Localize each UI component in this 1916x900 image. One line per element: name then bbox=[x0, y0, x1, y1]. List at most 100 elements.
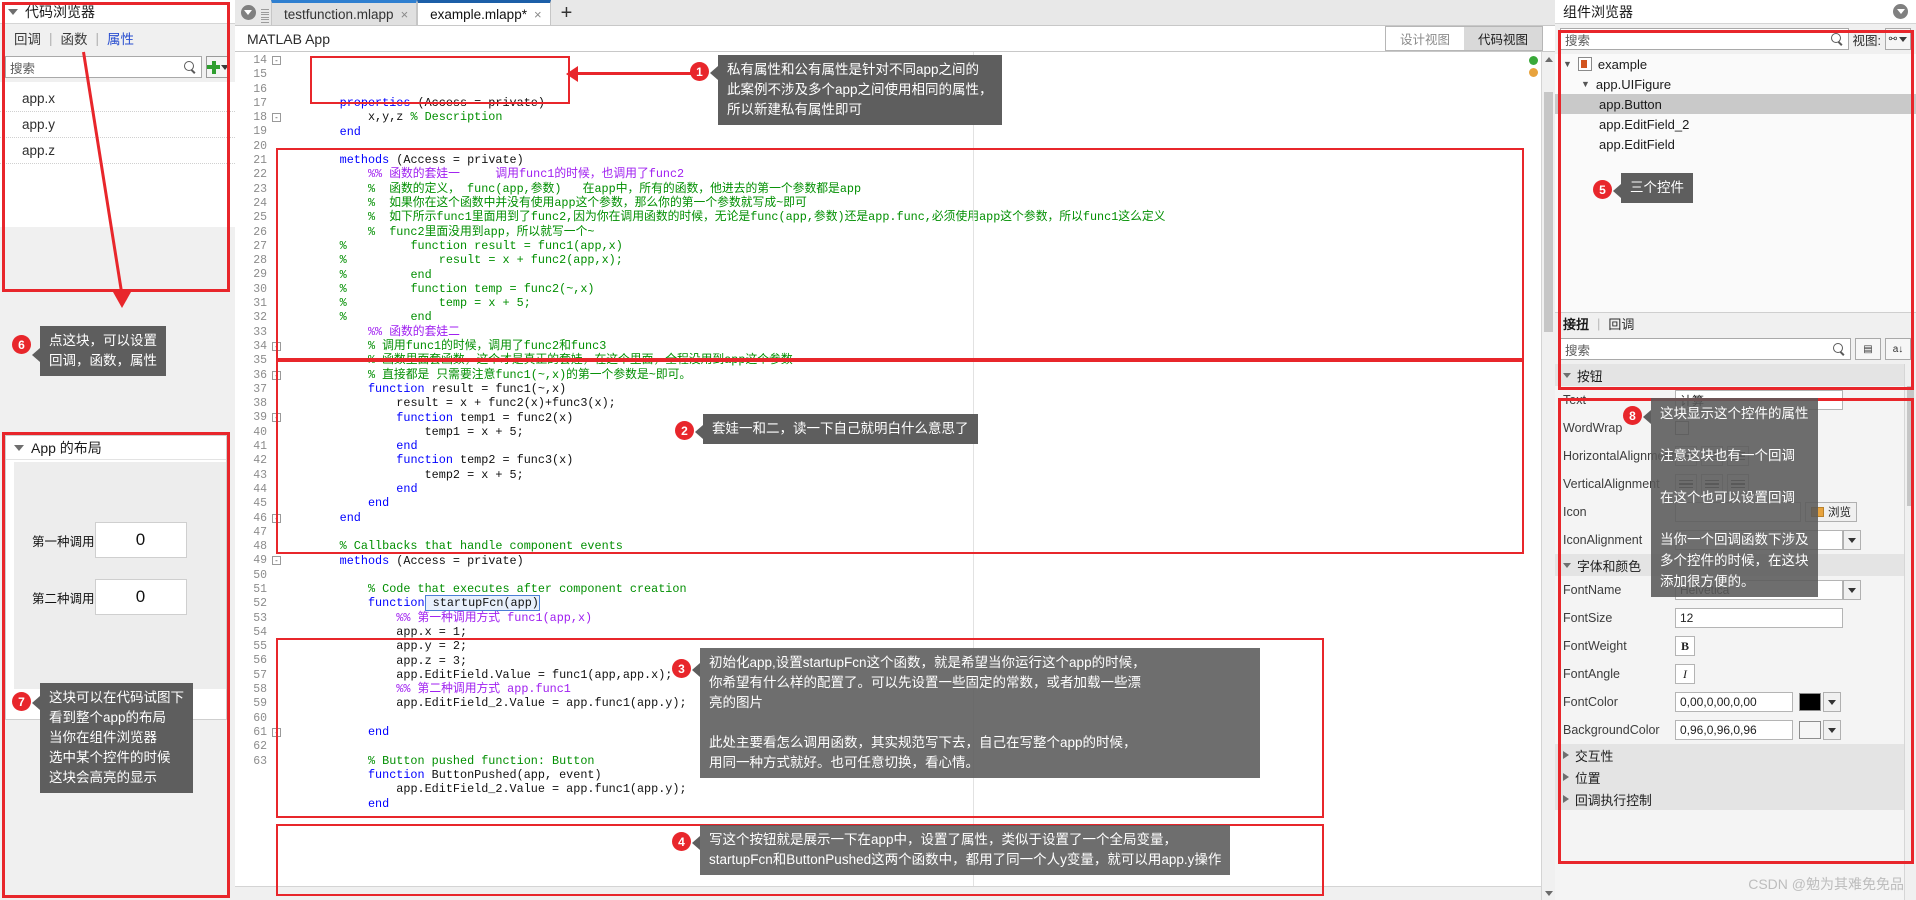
code-line[interactable] bbox=[283, 568, 1555, 582]
code-line[interactable]: methods (Access = private) bbox=[283, 153, 1555, 167]
align-option-button[interactable] bbox=[1727, 446, 1749, 466]
code-line[interactable]: % func2里面没用到app，所以就写一个~ bbox=[283, 225, 1555, 239]
code-line[interactable]: app.x = 1; bbox=[283, 625, 1555, 639]
tree-node[interactable]: ▼ app.UIFigure bbox=[1555, 74, 1916, 94]
code-line[interactable]: function startupFcn(app) bbox=[283, 595, 1555, 612]
code-line[interactable]: properties (Access = private) bbox=[283, 96, 1555, 110]
sort-alpha-button[interactable]: a↓ bbox=[1885, 338, 1911, 360]
editor-vertical-scrollbar[interactable] bbox=[1541, 52, 1555, 900]
code-line[interactable]: app.EditField_2.Value = app.func1(app.y)… bbox=[283, 782, 1555, 796]
align-option-button[interactable] bbox=[1675, 474, 1697, 494]
property-group-header[interactable]: 交互性 bbox=[1555, 744, 1916, 766]
collapse-triangle-icon[interactable] bbox=[14, 444, 24, 451]
group-view-button[interactable]: ▤ bbox=[1855, 338, 1881, 360]
tab-button-properties[interactable]: 接扭 bbox=[1563, 314, 1589, 333]
code-view-button[interactable]: 代码视图 bbox=[1463, 27, 1542, 50]
tree-node[interactable]: app.EditField_2 bbox=[1555, 114, 1916, 134]
code-line[interactable]: % 直接都是 只需要注意func1(~,x)的第一个参数是~即可。 bbox=[283, 368, 1555, 382]
code-line[interactable]: % 函数里面套函数，这个才是真正的套娃，在这个里面，全程没用到app这个参数 bbox=[283, 353, 1555, 367]
code-line[interactable]: %% 函数的套娃二 bbox=[283, 325, 1555, 339]
property-value-input[interactable]: 12 bbox=[1675, 608, 1843, 628]
tab-callbacks[interactable]: 回调 bbox=[1608, 314, 1634, 333]
scroll-down-icon[interactable] bbox=[1542, 886, 1555, 900]
align-option-button[interactable] bbox=[1675, 446, 1697, 466]
expander-icon[interactable]: ▼ bbox=[1581, 79, 1590, 89]
editor-tab-example[interactable]: example.mlapp* × bbox=[417, 0, 551, 25]
editor-tab-testfunction[interactable]: testfunction.mlapp × bbox=[271, 0, 418, 25]
code-line[interactable]: % function result = func1(app,x) bbox=[283, 239, 1555, 253]
panel-menu-icon[interactable] bbox=[1893, 4, 1908, 19]
align-option-button[interactable] bbox=[1701, 474, 1723, 494]
fold-toggle-icon[interactable]: - bbox=[272, 727, 281, 737]
group-collapse-icon[interactable] bbox=[1563, 795, 1569, 803]
group-collapse-icon[interactable] bbox=[1563, 773, 1569, 781]
italic-toggle-button[interactable]: I bbox=[1675, 664, 1695, 684]
code-line[interactable]: function temp2 = func3(x) bbox=[283, 453, 1555, 467]
inspector-scrollbar[interactable] bbox=[1904, 364, 1916, 900]
list-item[interactable]: app.x bbox=[0, 86, 235, 112]
code-line[interactable]: app.y = 2; bbox=[283, 639, 1555, 653]
tab-properties[interactable]: 属性 bbox=[99, 27, 142, 49]
code-line[interactable]: temp1 = x + 5; bbox=[283, 425, 1555, 439]
code-line[interactable] bbox=[283, 525, 1555, 539]
tab-callbacks[interactable]: 回调 bbox=[6, 27, 49, 49]
code-line[interactable]: methods (Access = private) bbox=[283, 554, 1555, 568]
group-collapse-icon[interactable] bbox=[1563, 372, 1571, 378]
drag-grip-icon[interactable] bbox=[261, 7, 269, 25]
layout-field-value[interactable]: 0 bbox=[94, 579, 187, 615]
code-line[interactable]: app.EditField.Value = func1(app,app.x); bbox=[283, 668, 1555, 682]
property-value-input[interactable]: Helvetica bbox=[1675, 580, 1843, 600]
code-line[interactable]: temp2 = x + 5; bbox=[283, 468, 1555, 482]
code-editor[interactable]: 14 15 16 17 18 19 20 21 22 23 24 25 26 27 28 29 30 31 32 33… bbox=[235, 52, 1555, 900]
align-option-button[interactable] bbox=[1727, 474, 1749, 494]
code-line[interactable]: end bbox=[283, 511, 1555, 525]
property-group-header[interactable]: 位置 bbox=[1555, 766, 1916, 788]
scroll-up-icon[interactable] bbox=[1542, 52, 1555, 66]
add-property-button[interactable] bbox=[206, 56, 230, 78]
code-line[interactable]: % temp = x + 5; bbox=[283, 296, 1555, 310]
property-value-input[interactable] bbox=[1675, 502, 1801, 522]
code-line[interactable]: end bbox=[283, 482, 1555, 496]
chevron-down-icon[interactable] bbox=[1843, 580, 1861, 600]
tree-node[interactable]: ▼ example bbox=[1555, 54, 1916, 74]
chevron-down-icon[interactable] bbox=[1823, 692, 1841, 712]
inspector-search-input[interactable]: 搜索 bbox=[1560, 338, 1851, 360]
property-group-header[interactable]: 按钮 bbox=[1555, 364, 1916, 386]
fold-toggle-icon[interactable]: - bbox=[272, 413, 281, 423]
code-line[interactable] bbox=[283, 139, 1555, 153]
code-line[interactable]: end bbox=[283, 439, 1555, 453]
code-line[interactable]: %% 函数的套娃一 调用func1的时候，也调用了func2 bbox=[283, 167, 1555, 181]
fold-toggle-icon[interactable]: - bbox=[272, 513, 281, 523]
scrollbar-thumb[interactable] bbox=[1544, 92, 1553, 332]
code-line[interactable]: end bbox=[283, 125, 1555, 139]
close-icon[interactable]: × bbox=[534, 7, 542, 22]
code-line[interactable] bbox=[283, 739, 1555, 753]
code-line[interactable]: % function temp = func2(~,x) bbox=[283, 282, 1555, 296]
code-line[interactable]: result = x + func2(x)+func3(x); bbox=[283, 396, 1555, 410]
fold-toggle-icon[interactable]: - bbox=[272, 370, 281, 380]
code-line[interactable]: % Code that executes after component cre… bbox=[283, 582, 1555, 596]
code-line[interactable]: % 如下所示func1里面用到了func2,因为你在调用函数的时候，无论是fun… bbox=[283, 210, 1555, 224]
code-line[interactable]: %% 第二种调用方式 app.func1 bbox=[283, 682, 1555, 696]
code-line[interactable]: end bbox=[283, 496, 1555, 510]
code-line[interactable]: app.EditField_2.Value = app.func1(app.y)… bbox=[283, 696, 1555, 710]
tab-functions[interactable]: 函数 bbox=[53, 27, 96, 49]
code-line[interactable]: % result = x + func2(app,x); bbox=[283, 253, 1555, 267]
design-view-button[interactable]: 设计视图 bbox=[1386, 27, 1464, 50]
code-line[interactable]: %% 第一种调用方式 func1(app,x) bbox=[283, 611, 1555, 625]
fold-toggle-icon[interactable]: - bbox=[272, 341, 281, 351]
code-line[interactable]: % Button pushed function: Button bbox=[283, 754, 1555, 768]
bold-toggle-button[interactable]: B bbox=[1675, 636, 1695, 656]
property-inspector[interactable]: 按钮 Text 计算 WordWrap HorizontalAlignment Verti… bbox=[1555, 364, 1916, 900]
property-group-header[interactable]: 回调执行控制 bbox=[1555, 788, 1916, 810]
color-swatch[interactable] bbox=[1799, 693, 1821, 711]
code-line[interactable]: function result = func1(~,x) bbox=[283, 382, 1555, 396]
tree-node[interactable]: app.EditField bbox=[1555, 134, 1916, 154]
code-line[interactable]: % 如果你在这个函数中并没有使用app这个参数，那么你的第一个参数就写成~即可 bbox=[283, 196, 1555, 210]
new-tab-button[interactable]: + bbox=[551, 3, 583, 23]
browse-button[interactable]: 浏览 bbox=[1805, 502, 1857, 522]
chevron-down-icon[interactable] bbox=[1823, 720, 1841, 740]
code-line[interactable]: end bbox=[283, 797, 1555, 811]
group-collapse-icon[interactable] bbox=[1563, 562, 1571, 568]
tree-node[interactable]: app.Button bbox=[1555, 94, 1916, 114]
